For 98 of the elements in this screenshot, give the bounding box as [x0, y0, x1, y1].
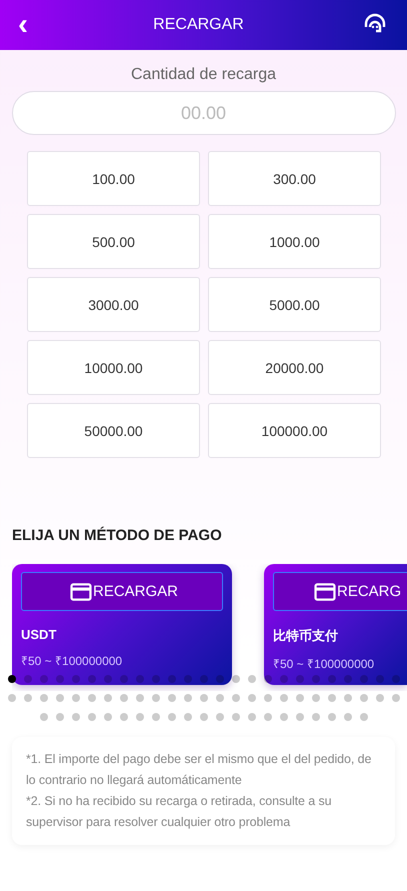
pagination-dot[interactable]	[168, 694, 176, 702]
back-button[interactable]: ‹	[12, 10, 34, 40]
pagination-dot[interactable]	[88, 694, 96, 702]
pagination-dot[interactable]	[8, 694, 16, 702]
pagination-dot[interactable]	[72, 675, 80, 683]
recharge-button[interactable]: RECARG	[273, 572, 407, 611]
pagination-dot[interactable]	[24, 675, 32, 683]
pagination-dot[interactable]	[232, 675, 240, 683]
pagination-dot[interactable]	[56, 713, 64, 721]
section-title: ELIJA UN MÉTODO DE PAGO	[12, 527, 223, 544]
pagination-dot[interactable]	[136, 675, 144, 683]
pagination-dot[interactable]	[216, 713, 224, 721]
pagination-dot[interactable]	[296, 675, 304, 683]
pagination-dot[interactable]	[312, 675, 320, 683]
pagination-dot[interactable]	[200, 694, 208, 702]
pagination-dot[interactable]	[8, 675, 16, 683]
pagination-dot[interactable]	[280, 713, 288, 721]
pagination-dot[interactable]	[200, 713, 208, 721]
pagination-dot[interactable]	[344, 675, 352, 683]
pagination-dot[interactable]	[296, 713, 304, 721]
pagination-dot[interactable]	[72, 713, 80, 721]
page-title: RECARGAR	[153, 16, 244, 34]
card-icon	[314, 582, 336, 600]
recharge-button[interactable]: RECARGAR	[21, 572, 223, 611]
amount-option[interactable]: 300.00	[208, 151, 381, 206]
pagination-dot[interactable]	[360, 675, 368, 683]
pagination-dot[interactable]	[248, 675, 256, 683]
pagination-dot[interactable]	[104, 713, 112, 721]
pagination-dot[interactable]	[296, 694, 304, 702]
pagination-dot[interactable]	[280, 675, 288, 683]
pagination-dot[interactable]	[328, 694, 336, 702]
pagination-dot[interactable]	[376, 675, 384, 683]
amount-option[interactable]: 20000.00	[208, 340, 381, 395]
pagination-dot[interactable]	[136, 694, 144, 702]
pagination-dot[interactable]	[312, 713, 320, 721]
pagination-dot[interactable]	[168, 713, 176, 721]
amount-option[interactable]: 1000.00	[208, 214, 381, 269]
amount-option[interactable]: 100000.00	[208, 403, 381, 458]
pagination-dot[interactable]	[216, 675, 224, 683]
pagination-dot[interactable]	[360, 713, 368, 721]
pagination-dot[interactable]	[56, 675, 64, 683]
pagination-dot[interactable]	[40, 675, 48, 683]
pagination-dot[interactable]	[248, 694, 256, 702]
pagination-dot[interactable]	[40, 713, 48, 721]
pagination-dot[interactable]	[88, 713, 96, 721]
pagination-dot[interactable]	[264, 694, 272, 702]
pagination-dot[interactable]	[264, 675, 272, 683]
pagination-dot[interactable]	[104, 694, 112, 702]
note-text: *1. El importe del pago debe ser el mismo que el del pedido, de lo contrario no llegará automáticamente	[26, 751, 372, 789]
pagination-dot[interactable]	[184, 713, 192, 721]
pagination-dot[interactable]	[120, 694, 128, 702]
amount-option[interactable]: 5000.00	[208, 277, 381, 332]
pagination-dot[interactable]	[392, 675, 400, 683]
amount-field[interactable]: 00.00	[12, 91, 396, 135]
pagination-dot[interactable]	[120, 675, 128, 683]
pagination-dot[interactable]	[232, 713, 240, 721]
pagination-dot[interactable]	[152, 694, 160, 702]
amount-range: ₹50 ~ ₹100000000	[21, 653, 124, 669]
pagination-dot[interactable]	[360, 694, 368, 702]
pagination-dot[interactable]	[344, 713, 352, 721]
pagination-dot[interactable]	[216, 694, 224, 702]
pagination-dot[interactable]	[328, 675, 336, 683]
amount-label: Cantidad de recarga	[130, 66, 277, 84]
pagination-dot[interactable]	[24, 694, 32, 702]
payment-card[interactable]: RECARG 比特币支付 ₹50 ~ ₹100000000	[264, 564, 407, 685]
payment-card[interactable]: RECARGAR USDT ₹50 ~ ₹100000000	[12, 564, 232, 685]
pagination-dot[interactable]	[248, 713, 256, 721]
pagination-dot[interactable]	[312, 694, 320, 702]
pagination-dot[interactable]	[376, 694, 384, 702]
pagination-dot[interactable]	[184, 675, 192, 683]
pagination-dot[interactable]	[72, 694, 80, 702]
pagination-dot[interactable]	[392, 694, 400, 702]
method-name: USDT	[21, 627, 58, 642]
pagination-dot[interactable]	[120, 713, 128, 721]
method-name: 比特币支付	[273, 627, 339, 645]
pagination-dot[interactable]	[40, 694, 48, 702]
pagination-dot[interactable]	[152, 713, 160, 721]
pagination-dot[interactable]	[232, 694, 240, 702]
amount-option[interactable]: 10000.00	[27, 340, 200, 395]
amount-option[interactable]: 100.00	[27, 151, 200, 206]
pagination-dot[interactable]	[264, 713, 272, 721]
note-text: *2. Si no ha recibido su recarga o retirada, consulte a su supervisor para resolver cualquier otro problema	[26, 793, 332, 831]
amount-option[interactable]: 50000.00	[27, 403, 200, 458]
amount-range: ₹50 ~ ₹100000000	[273, 656, 376, 672]
pagination-dot[interactable]	[280, 694, 288, 702]
card-icon	[70, 582, 92, 600]
amount-option[interactable]: 500.00	[27, 214, 200, 269]
pagination-dot[interactable]	[168, 675, 176, 683]
pagination-dot[interactable]	[104, 675, 112, 683]
pagination-dot[interactable]	[328, 713, 336, 721]
pagination-dot[interactable]	[184, 694, 192, 702]
pagination-dot[interactable]	[136, 713, 144, 721]
pagination-dot[interactable]	[88, 675, 96, 683]
amount-option[interactable]: 3000.00	[27, 277, 200, 332]
pagination-dot[interactable]	[200, 675, 208, 683]
pagination-dot[interactable]	[152, 675, 160, 683]
pagination-dot[interactable]	[344, 694, 352, 702]
pagination-dot[interactable]	[56, 694, 64, 702]
